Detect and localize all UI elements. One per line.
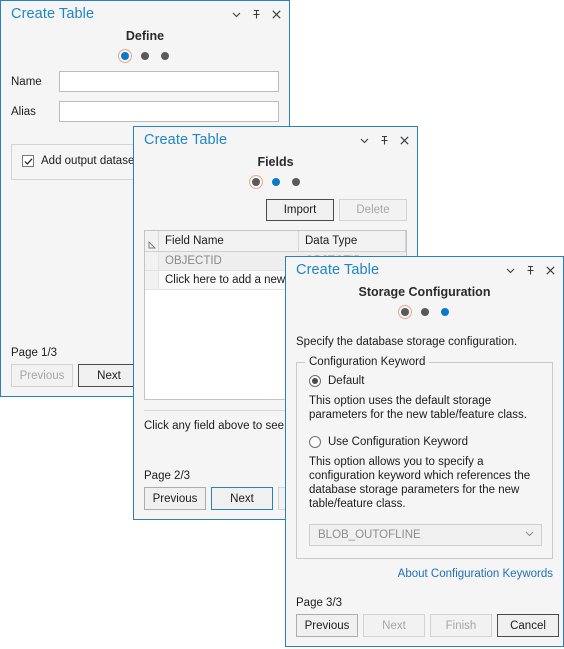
step-dot-3[interactable] (161, 52, 169, 60)
sort-ascending-icon[interactable] (145, 231, 159, 251)
grid-header: Field Name Data Type (145, 231, 406, 252)
name-input[interactable] (59, 71, 279, 92)
chevron-down-icon[interactable] (227, 5, 245, 23)
step-dot-2[interactable] (271, 178, 280, 186)
about-configuration-keywords-link[interactable]: About Configuration Keywords (398, 568, 553, 580)
dialog3-footer: Page 3/3 Previous Next Finish Cancel (296, 597, 559, 637)
titlebar[interactable]: Create Table (1, 1, 289, 27)
add-output-dataset-label: Add output dataset (41, 155, 138, 167)
column-header-data-type[interactable]: Data Type (299, 231, 406, 251)
use-configuration-keyword-description: This option allows you to specify a conf… (309, 456, 531, 510)
about-link-row: About Configuration Keywords (296, 568, 553, 580)
row-selector[interactable] (145, 252, 159, 270)
titlebar[interactable]: Create Table (286, 257, 563, 283)
window-title: Create Table (296, 262, 380, 278)
checkmark-icon (22, 155, 34, 167)
page-title: Fields (257, 155, 294, 169)
step-indicator (286, 305, 563, 319)
screen-root: { "colors": { "accent": "#1f86c9", "bord… (0, 0, 564, 649)
use-configuration-keyword-label: Use Configuration Keyword (328, 436, 468, 448)
configuration-keyword-group: Configuration Keyword Default This optio… (296, 356, 553, 559)
name-label: Name (11, 75, 42, 88)
close-icon[interactable] (541, 261, 559, 279)
alias-label: Alias (11, 105, 36, 118)
import-button[interactable]: Import (266, 199, 334, 221)
wizard-buttons: Previous Next Finish Cancel (296, 614, 559, 637)
previous-button[interactable]: Previous (144, 487, 206, 510)
dialog3-body: Specify the database storage configurati… (286, 336, 563, 580)
step-dot-1[interactable] (248, 175, 263, 189)
storage-description: Specify the database storage configurati… (296, 336, 518, 348)
chevron-down-icon (524, 528, 535, 542)
pin-icon[interactable] (247, 5, 265, 23)
pin-icon[interactable] (521, 261, 539, 279)
group-legend: Configuration Keyword (305, 356, 430, 368)
radio-icon-unselected (309, 436, 321, 448)
step-indicator (1, 49, 289, 63)
step-dot-2[interactable] (420, 308, 429, 316)
close-icon[interactable] (395, 131, 413, 149)
pin-icon[interactable] (375, 131, 393, 149)
step-indicator (134, 175, 417, 189)
titlebar-buttons (227, 5, 285, 23)
step-dot-1[interactable] (118, 49, 132, 63)
use-configuration-keyword-radio[interactable]: Use Configuration Keyword (309, 436, 542, 448)
previous-button[interactable]: Previous (11, 364, 73, 387)
chevron-down-icon[interactable] (501, 261, 519, 279)
step-dot-3[interactable] (440, 308, 449, 316)
alias-row: Alias (11, 101, 279, 122)
next-button[interactable]: Next (78, 364, 140, 387)
page-title: Storage Configuration (358, 285, 491, 299)
default-radio-label: Default (328, 375, 365, 387)
step-dot-1[interactable] (397, 305, 412, 319)
chevron-down-icon[interactable] (355, 131, 373, 149)
titlebar[interactable]: Create Table (134, 127, 417, 153)
delete-button[interactable]: Delete (339, 199, 407, 221)
configuration-keyword-dropdown[interactable]: BLOB_OUTOFLINE (309, 524, 542, 546)
fields-toolbar: Import Delete (144, 199, 407, 221)
row-selector[interactable] (145, 271, 159, 289)
page-label: Page 3/3 (296, 597, 343, 609)
titlebar-buttons (501, 261, 559, 279)
cancel-button[interactable]: Cancel (497, 614, 559, 637)
name-row: Name (11, 71, 279, 92)
cell-field-name[interactable]: OBJECTID (159, 255, 299, 267)
default-radio[interactable]: Default (309, 375, 542, 387)
radio-icon-selected (309, 375, 321, 387)
step-dot-3[interactable] (291, 178, 300, 186)
create-table-dialog-storage[interactable]: Create Table Storage Configuration Speci… (285, 256, 564, 647)
step-dot-2[interactable] (141, 52, 149, 60)
window-title: Create Table (144, 132, 228, 148)
column-header-field-name[interactable]: Field Name (159, 231, 299, 251)
previous-button[interactable]: Previous (296, 614, 358, 637)
window-title: Create Table (11, 6, 95, 22)
next-button[interactable]: Next (211, 487, 273, 510)
alias-input[interactable] (59, 101, 279, 122)
next-button[interactable]: Next (363, 614, 425, 637)
close-icon[interactable] (267, 5, 285, 23)
page-title: Define (125, 29, 165, 43)
titlebar-buttons (355, 131, 413, 149)
default-description: This option uses the default storage par… (309, 395, 527, 421)
configuration-keyword-value: BLOB_OUTOFLINE (318, 529, 421, 541)
finish-button[interactable]: Finish (430, 614, 492, 637)
